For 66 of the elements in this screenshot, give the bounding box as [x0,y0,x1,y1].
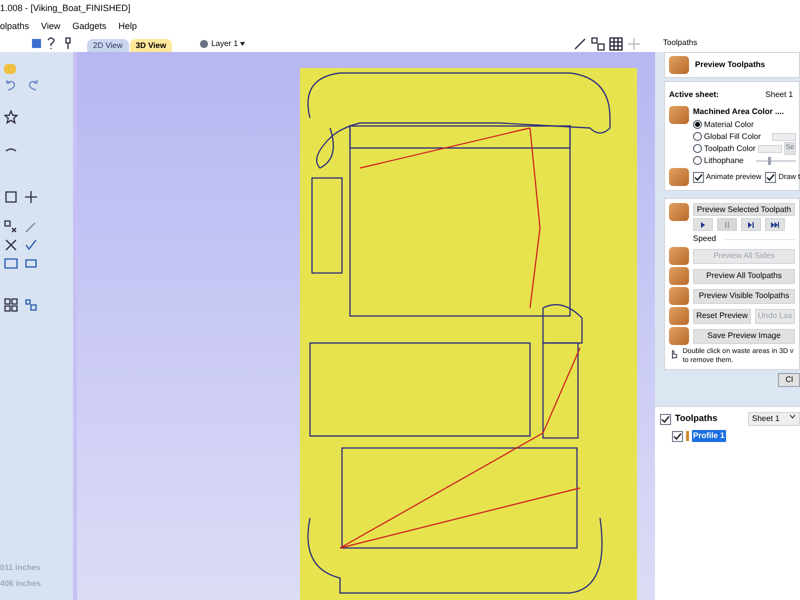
redo-icon[interactable] [26,78,40,92]
radio-label: Lithophane [704,154,744,166]
slider-thumb[interactable] [768,156,772,164]
view-tab[interactable]: 3D View [130,39,172,52]
checkbox[interactable] [660,414,671,424]
grid-icon[interactable] [609,37,623,51]
preview-selected-button[interactable]: Preview Selected Toolpath [693,203,795,216]
dimension-readout: 011 inches [0,562,42,574]
panel-button[interactable]: Preview All Toolpaths [693,268,795,284]
image-edit-icon[interactable] [4,256,18,270]
pause-icon [722,220,732,230]
menu-item[interactable]: Help [118,20,137,34]
panel-button[interactable]: Reset Preview [693,308,751,324]
color-dropdown[interactable] [758,144,782,152]
close-button[interactable]: Cl [778,373,800,387]
array-icon[interactable] [4,298,18,312]
move-icon[interactable] [24,190,38,204]
checkbox[interactable] [693,172,704,182]
panel-title: Toolpaths [663,38,698,47]
active-sheet-value: Sheet 1 [765,89,794,101]
chevron-icon [789,413,796,420]
radio-button[interactable] [693,120,702,129]
scissors-icon[interactable] [4,238,18,252]
panel-button[interactable]: Preview Visible Toolpaths [693,288,795,304]
layers-icon[interactable] [200,40,208,48]
pen-icon[interactable] [24,220,38,234]
window-icon[interactable] [32,38,41,48]
toolpath-item[interactable]: Profile 1 [692,430,726,442]
view-tab[interactable]: 2D View [87,39,129,52]
radio-button[interactable] [693,144,702,153]
checkbox[interactable] [765,172,776,182]
menu-item[interactable]: Gadgets [72,20,106,34]
check-brush-icon[interactable] [24,238,38,252]
sheet-dropdown[interactable]: Sheet 1 [748,412,800,426]
shapes-icon[interactable] [591,37,605,51]
node-edit-icon[interactable] [4,190,18,204]
nesting-icon[interactable] [24,298,38,312]
layer-dropdown[interactable]: Layer 1 [211,38,245,50]
tool-icon [686,431,689,441]
color-dropdown[interactable] [772,132,796,140]
window-title: 1.008 - [Viking_Boat_FINISHED] [0,2,132,16]
caret-icon [240,42,245,46]
speed-label: Speed [693,233,716,245]
star-icon[interactable] [4,110,18,124]
play-button[interactable] [693,218,713,231]
radio-label: Material Color [704,118,754,130]
panel-button[interactable]: Save Preview Image [693,328,795,344]
dimension-readout: 406 inches [0,578,42,590]
radio-button[interactable] [693,132,702,141]
checkbox[interactable] [672,430,683,442]
end-button[interactable] [765,218,785,231]
step-button[interactable] [741,218,761,231]
menu-item[interactable]: View [41,20,60,34]
end-icon [770,220,780,230]
radio-label: Toolpath Color [704,142,756,154]
toolpaths-heading: Toolpaths [675,412,718,426]
machined-area-heading: Machined Area Color .... [693,106,785,118]
step-icon [746,220,756,230]
shapes-icon[interactable] [4,220,18,234]
menu-item[interactable]: olpaths [0,20,30,34]
panel-header: Preview Toolpaths [695,59,766,71]
active-sheet-label: Active sheet: [669,89,719,101]
radio-label: Global Fill Color [704,130,761,142]
undo-icon[interactable] [4,78,18,92]
radio-button[interactable] [693,156,702,165]
line-tool-icon[interactable] [573,37,587,51]
